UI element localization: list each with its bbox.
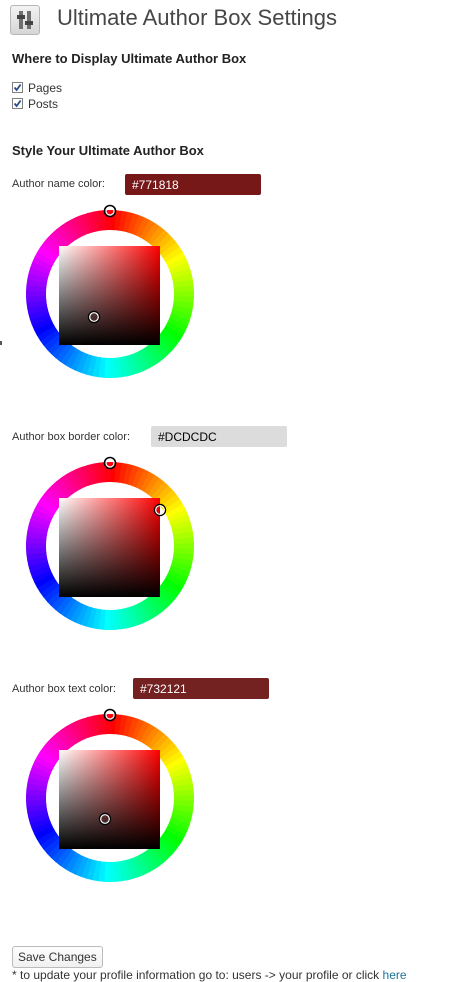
save-changes-button[interactable]: Save Changes: [12, 946, 103, 968]
author-box-text-color-input[interactable]: [133, 678, 269, 699]
author-box-border-color-label: Author box border color:: [12, 431, 131, 443]
author-name-color-input[interactable]: [125, 174, 261, 195]
author-box-border-color-input[interactable]: [151, 426, 287, 447]
author-name-color-label: Author name color:: [12, 178, 105, 190]
pages-label: Pages: [28, 80, 63, 95]
option-pages[interactable]: Pages: [12, 80, 62, 95]
saturation-value-square[interactable]: [59, 246, 160, 345]
posts-checkbox[interactable]: [12, 98, 23, 109]
style-section-heading: Style Your Ultimate Author Box: [12, 143, 204, 158]
saturation-value-square[interactable]: [59, 498, 160, 597]
resize-mark: [0, 341, 2, 345]
author-name-color-wheel[interactable]: [15, 199, 205, 389]
option-posts[interactable]: Posts: [12, 96, 58, 111]
author-box-border-color-wheel[interactable]: [15, 451, 205, 641]
pages-checkbox[interactable]: [12, 82, 23, 93]
author-box-text-color-label: Author box text color:: [12, 683, 116, 695]
author-box-text-color-wheel[interactable]: [15, 703, 205, 893]
settings-sliders-icon: [10, 5, 40, 35]
posts-label: Posts: [28, 96, 59, 111]
page-title: Ultimate Author Box Settings: [57, 5, 338, 30]
saturation-value-square[interactable]: [59, 750, 160, 849]
display-section-heading: Where to Display Ultimate Author Box: [12, 51, 247, 66]
